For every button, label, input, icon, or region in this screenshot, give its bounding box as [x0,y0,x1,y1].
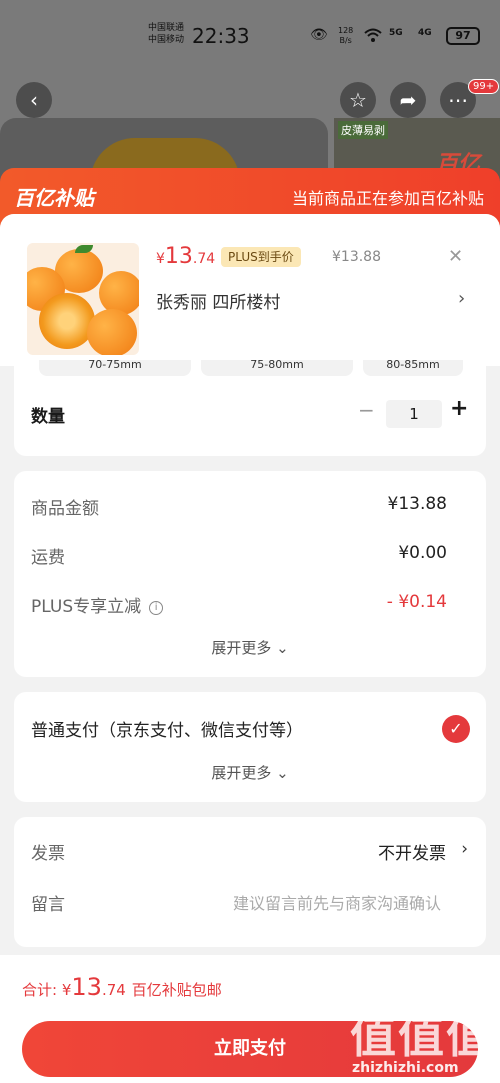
quantity-card: 70-75mm 75-80mm 80-85mm 数量 − 1 + [14,360,486,456]
total-note: 百亿补贴包邮 [131,981,222,999]
more-badge: 99+ [468,79,500,94]
price-now: ¥13.74 [156,244,215,269]
order-sheet: ¥13.74 PLUS到手价 ¥13.88 ✕ 张秀丽 四所楼村 › 70-75… [0,214,500,1083]
product-header: ¥13.74 PLUS到手价 ¥13.88 ✕ 张秀丽 四所楼村 › [0,214,500,366]
watermark-url: zhizhizhi.com [352,1060,459,1076]
total-price: 合计: ¥13.74 百亿补贴包邮 [22,973,222,1001]
plus-discount-text: PLUS专享立减 [31,597,142,617]
total-decimal: .74 [101,981,126,999]
plus-discount-value: - ¥0.14 [386,592,447,612]
message-input[interactable]: 建议留言前先与商家沟通确认 [233,890,441,914]
price-currency: ¥ [156,251,165,267]
goods-amount-label: 商品金额 [31,499,99,519]
close-icon[interactable]: ✕ [448,246,463,267]
price-integer: 13 [164,244,193,269]
orange-cut-shape [39,293,95,349]
plus-price-tag: PLUS到手价 [221,247,301,267]
net-speed-unit: B/s [339,36,352,45]
battery-icon: 97 [446,27,480,45]
subsidy-logo: 百亿补贴 [14,186,94,210]
chevron-right-icon[interactable]: › [461,839,468,859]
spec-chip[interactable]: 80-85mm [363,360,463,376]
total-integer: 13 [71,973,102,1001]
quantity-label: 数量 [31,407,65,427]
share-icon[interactable]: ➦ [390,82,426,118]
signal-5g-icon: 5G [389,28,403,38]
back-arrow-icon[interactable]: ‹ [16,82,52,118]
payment-method-label[interactable]: 普通支付（京东支付、微信支付等） [31,716,303,741]
product-thumbnail [27,243,139,355]
chevron-right-icon[interactable]: › [458,288,465,309]
original-price: ¥13.88 [332,249,381,265]
price-decimal: .74 [192,251,216,267]
invoice-card: 发票 不开发票 › 留言 建议留言前先与商家沟通确认 [14,817,486,947]
quantity-input[interactable]: 1 [386,400,442,428]
info-icon[interactable]: i [149,601,164,615]
watermark-logo: 值值值 [350,1009,494,1063]
quantity-minus-button[interactable]: − [358,398,375,422]
checkmark-icon[interactable]: ✓ [442,715,470,743]
plus-discount-label: PLUS专享立减 i [31,592,164,617]
clock: 22:33 [192,24,250,48]
spec-chip[interactable]: 75-80mm [201,360,353,376]
message-label: 留言 [31,895,65,915]
orange-shape [99,271,139,315]
shipping-value: ¥0.00 [398,543,447,563]
eye-icon: 👁 [310,27,330,43]
signal-4g-icon: 4G [418,28,432,38]
goods-amount-value: ¥13.88 [387,494,447,514]
star-icon[interactable]: ☆ [340,82,376,118]
price-summary-card: 商品金额 ¥13.88 运费 ¥0.00 PLUS专享立减 i - ¥0.14 展… [14,471,486,677]
total-currency: ¥ [61,981,72,999]
shipping-label: 运费 [31,548,65,568]
carrier-2: 中国移动 [148,35,185,45]
total-label: 合计: [22,981,58,999]
net-speed: 128 B/s [338,26,353,46]
subsidy-text: 当前商品正在参加百亿补贴 [291,189,484,208]
thumb-tag: 皮薄易剥 [338,121,388,139]
carrier-names: 中国联通 中国移动 [148,22,184,46]
expand-more-button[interactable]: 展开更多 ⌄ [14,762,486,783]
spec-chip[interactable]: 70-75mm [39,360,191,376]
wifi-icon [363,27,383,47]
delivery-address[interactable]: 张秀丽 四所楼村 [156,288,280,313]
orange-shape [87,309,137,355]
carrier-1: 中国联通 [148,23,185,33]
status-bar: 中国联通 中国移动 22:33 👁 128 B/s 5G 4G 97 [0,0,500,70]
net-speed-value: 128 [338,26,354,35]
payment-card: 普通支付（京东支付、微信支付等） ✓ 展开更多 ⌄ [14,692,486,802]
invoice-value[interactable]: 不开发票 [378,839,446,864]
expand-more-button[interactable]: 展开更多 ⌄ [14,637,486,658]
quantity-plus-button[interactable]: + [450,396,468,421]
invoice-label: 发票 [31,844,65,864]
